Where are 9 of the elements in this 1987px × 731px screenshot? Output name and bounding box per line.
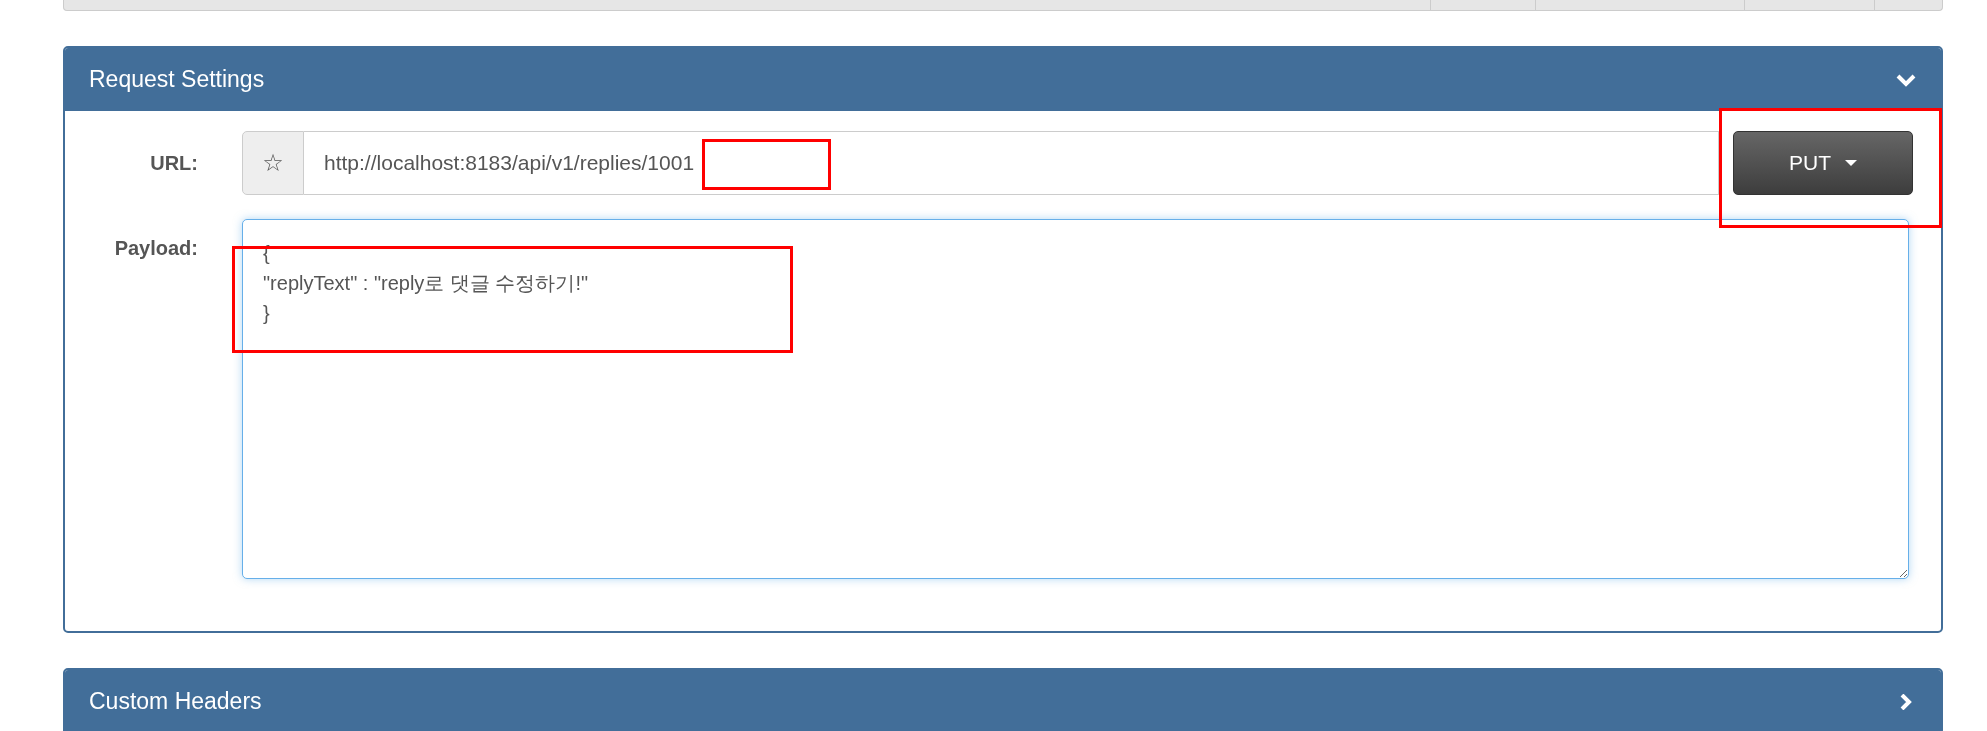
panel-header[interactable]: Request Settings (65, 48, 1941, 111)
caret-icon (1845, 160, 1857, 166)
field-label: URL: (149, 151, 198, 176)
panel-title: Custom Headers (89, 687, 262, 717)
panel-header[interactable]: Custom Headers (65, 670, 1941, 731)
method-dropdown-button[interactable]: PUT (1733, 131, 1913, 195)
field-label: Payload: (113, 236, 198, 261)
panel-title: Request Settings (89, 65, 265, 95)
url-field[interactable]: http://localhost:8183/api/v1/replies/1001 (304, 131, 1719, 195)
